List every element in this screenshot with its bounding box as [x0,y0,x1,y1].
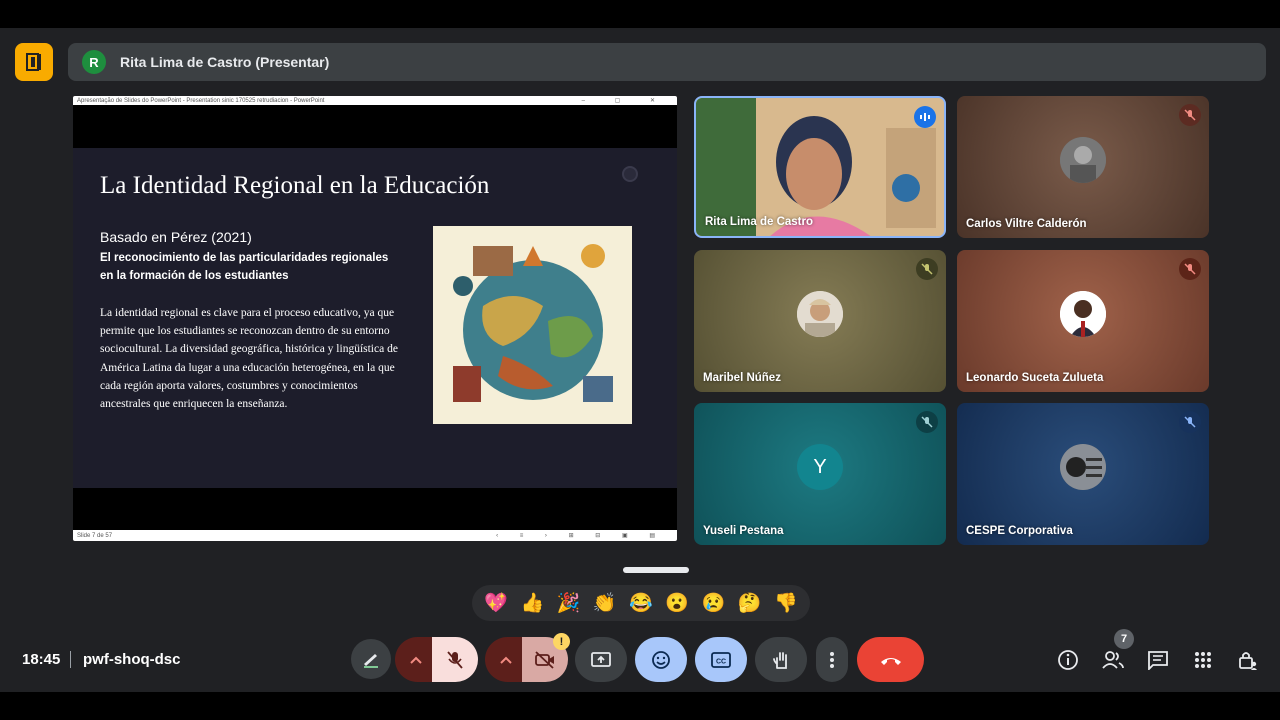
activities-button[interactable] [1190,647,1216,673]
svg-text:CC: CC [716,658,726,665]
window-controls: – ▢ ✕ [581,98,669,104]
powerpoint-titlebar: Apresentação de Slides do PowerPoint - P… [73,96,677,105]
reactions-bar: 💖 👍 🎉 👏 😂 😮 😢 🤔 👎 [472,585,810,621]
view-controls[interactable]: ‹ ≡ › ⊞ ⊟ ▣ ▤ [496,532,665,539]
host-controls-button[interactable] [1235,647,1261,673]
pen-icon [364,654,378,668]
slide-decor-circle [622,166,638,182]
reaction-thumbs-down[interactable]: 👎 [772,591,800,615]
reaction-heart[interactable]: 💖 [482,591,510,615]
camera-off-icon [535,650,554,669]
mic-off-icon [1179,104,1201,126]
powerpoint-statusbar: Slide 7 de 57 ‹ ≡ › ⊞ ⊟ ▣ ▤ [73,530,677,541]
avatar-letter: Y [797,444,843,490]
captions-icon: CC [711,651,731,668]
door-icon [26,53,41,71]
avatar [797,291,843,337]
participant-name: Maribel Núñez [703,372,781,384]
mic-toggle-button[interactable] [432,637,478,682]
chevron-up-icon [410,656,422,664]
clock: 18:45 [22,651,61,668]
more-options-button[interactable] [816,637,848,682]
reaction-thumbs-up[interactable]: 👍 [518,591,546,615]
participant-tile-yuseli[interactable]: Y Yuseli Pestana [694,403,946,545]
slide: La Identidad Regional en la Educación Ba… [73,148,677,488]
raise-hand-button[interactable] [755,637,807,682]
slide-body-text: La identidad regional es clave para el p… [100,307,398,411]
mic-off-icon [1179,258,1201,280]
slide-illustration [433,226,632,424]
camera-warning-badge: ! [553,633,570,650]
captions-button[interactable]: CC [695,637,747,682]
annotate-button[interactable] [351,639,391,679]
speaking-indicator-icon [914,106,936,128]
reaction-sad[interactable]: 😢 [699,591,727,615]
participant-name: Yuseli Pestana [703,525,784,537]
avatar [1060,291,1106,337]
reactions-button[interactable] [635,637,687,682]
meet-window: R Rita Lima de Castro (Presentar) Aprese… [0,28,1280,692]
apps-grid-icon [1195,652,1211,668]
presenter-bar[interactable]: R Rita Lima de Castro (Presentar) [68,43,1266,81]
reaction-party[interactable]: 🎉 [555,591,583,615]
chat-icon [1148,651,1168,670]
people-button[interactable] [1100,647,1126,673]
powerpoint-window-title: Apresentação de Slides do PowerPoint - P… [77,97,325,104]
mic-options-button[interactable] [395,637,437,682]
slide-counter: Slide 7 de 57 [77,532,113,539]
mic-off-icon [916,258,938,280]
meeting-details-button[interactable] [1055,647,1081,673]
mic-off-icon [1179,411,1201,433]
reaction-surprised[interactable]: 😮 [663,591,691,615]
avatar [1060,444,1106,490]
present-icon [591,651,611,667]
reaction-clap[interactable]: 👏 [591,591,619,615]
more-vert-icon [830,651,834,668]
participant-tile-cespe[interactable]: CESPE Corporativa [957,403,1209,545]
participant-name: Carlos Viltre Calderón [966,218,1087,230]
camera-options-button[interactable] [485,637,527,682]
chat-button[interactable] [1145,647,1171,673]
participant-name: Leonardo Suceta Zulueta [966,372,1104,384]
presentation-screen[interactable]: Apresentação de Slides do PowerPoint - P… [73,96,677,541]
mic-off-icon [447,650,463,669]
end-call-icon [880,657,901,665]
scroll-indicator[interactable] [623,567,689,573]
leave-call-button[interactable] [857,637,924,682]
reaction-laugh[interactable]: 😂 [627,591,655,615]
presenter-avatar: R [82,50,106,74]
participant-tile-carlos[interactable]: Carlos Viltre Calderón [957,96,1209,238]
slide-bold-text: El reconocimiento de las particularidade… [100,252,389,282]
reaction-thinking[interactable]: 🤔 [736,591,764,615]
chevron-up-icon [500,656,512,664]
mic-off-icon [916,411,938,433]
present-screen-button[interactable] [575,637,627,682]
people-icon [1102,651,1124,669]
smiley-icon [652,650,670,669]
slide-title: La Identidad Regional en la Educación [100,172,490,199]
participant-tile-leonardo[interactable]: Leonardo Suceta Zulueta [957,250,1209,392]
presenter-label: Rita Lima de Castro (Presentar) [120,54,330,70]
participant-tile-maribel[interactable]: Maribel Núñez [694,250,946,392]
people-count-badge: 7 [1114,629,1134,649]
divider [70,651,71,668]
participant-tile-rita[interactable]: Rita Lima de Castro [694,96,946,238]
lock-person-icon [1239,652,1257,670]
info-icon [1058,650,1078,670]
hand-icon [773,651,787,669]
meet-logo-button[interactable] [15,43,53,81]
participant-name: CESPE Corporativa [966,525,1073,537]
slide-subtitle: Basado en Pérez (2021) [100,229,252,245]
meeting-code: pwf-shoq-dsc [83,651,181,668]
participant-name: Rita Lima de Castro [705,216,813,228]
avatar [1060,137,1106,183]
